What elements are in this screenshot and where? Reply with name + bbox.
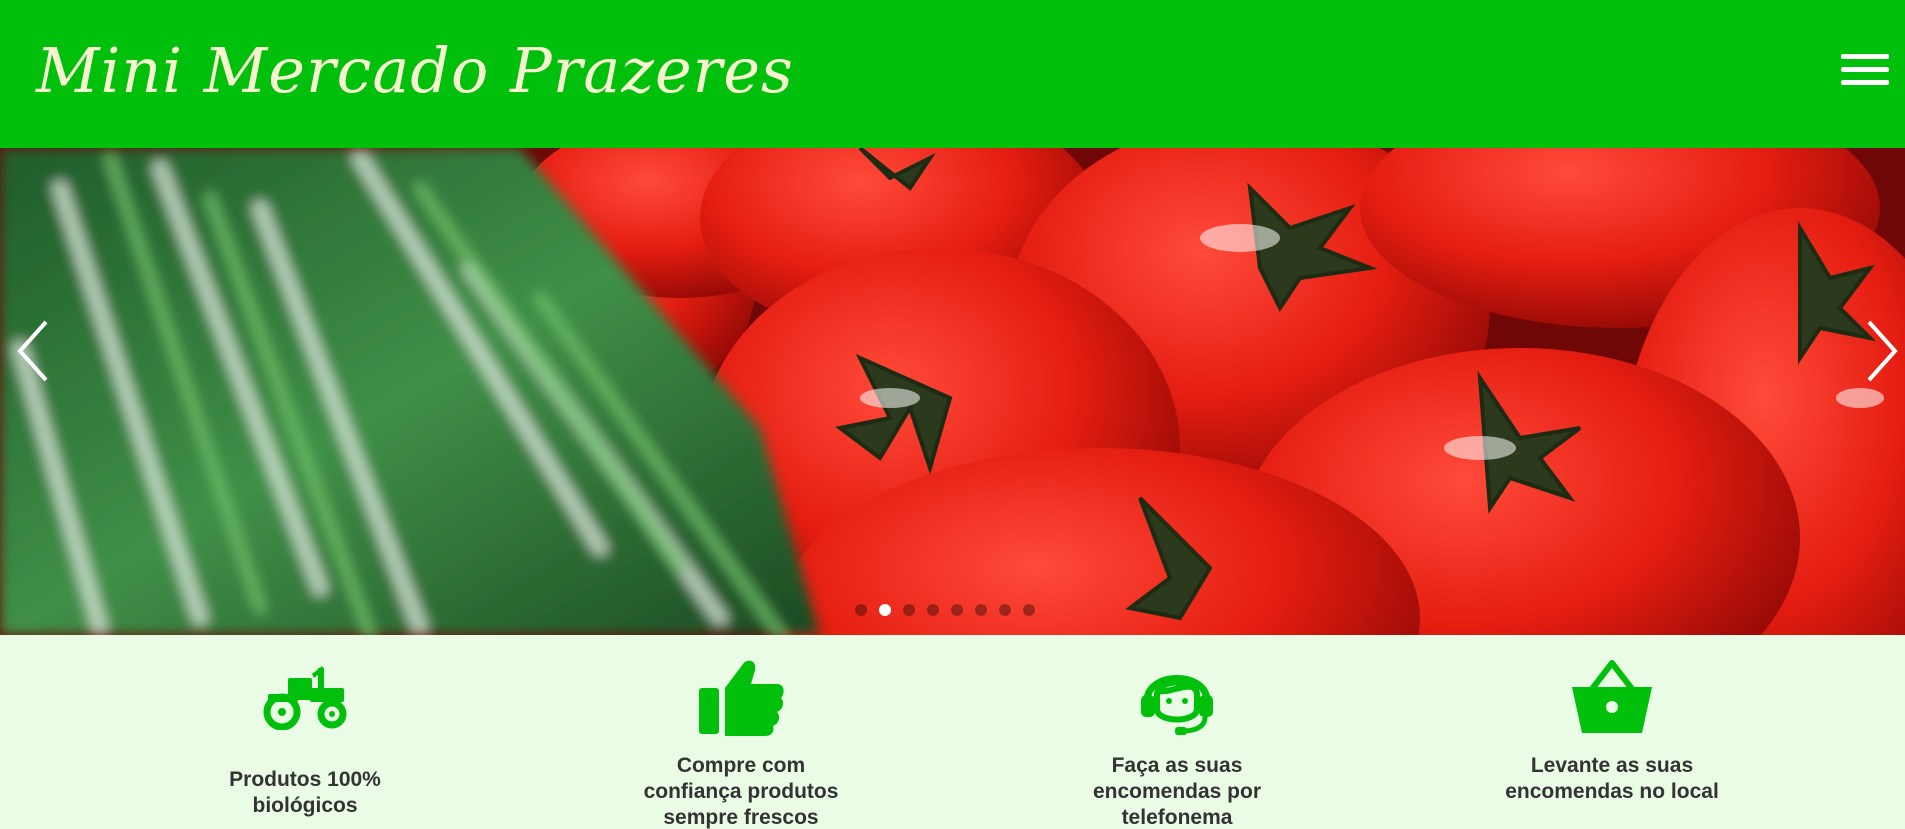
carousel-dot[interactable] bbox=[903, 604, 915, 616]
feature-label: Compre com confiança produtos sempre fre… bbox=[643, 754, 839, 829]
feature-label: Produtos 100% biológicos bbox=[229, 768, 381, 817]
site-header: Mini Mercado Prazeres bbox=[0, 0, 1905, 148]
shopping-basket-icon bbox=[1572, 660, 1652, 733]
carousel-indicators bbox=[855, 604, 1035, 616]
carousel-dot[interactable] bbox=[927, 604, 939, 616]
feature-organic: Produtos 100% biológicos bbox=[190, 655, 420, 819]
feature-label: Faça as suas encomendas por telefonema bbox=[1092, 754, 1262, 829]
feature-fresh: Compre com confiança produtos sempre fre… bbox=[626, 655, 856, 829]
carousel-dot-active[interactable] bbox=[879, 604, 891, 616]
features-section: Produtos 100% biológicos Compre com conf… bbox=[0, 635, 1905, 829]
headset-support-icon bbox=[1141, 675, 1213, 735]
menu-bar bbox=[1841, 54, 1889, 59]
carousel-dot[interactable] bbox=[975, 604, 987, 616]
feature-label: Levante as suas encomendas no local bbox=[1505, 754, 1719, 803]
carousel-dot[interactable] bbox=[855, 604, 867, 616]
thumbs-up-icon bbox=[699, 660, 784, 736]
carousel-dot[interactable] bbox=[951, 604, 963, 616]
chevron-right-icon bbox=[1867, 320, 1898, 382]
carousel-prev-button[interactable] bbox=[14, 316, 54, 386]
feature-local-pickup: Levante as suas encomendas no local bbox=[1497, 655, 1727, 805]
feature-phone-orders: Faça as suas encomendas por telefonema bbox=[1062, 655, 1292, 829]
carousel-dot[interactable] bbox=[999, 604, 1011, 616]
menu-bar bbox=[1841, 67, 1889, 72]
carousel-next-button[interactable] bbox=[1861, 316, 1901, 386]
hamburger-menu-icon[interactable] bbox=[1841, 54, 1889, 90]
carousel-dot[interactable] bbox=[1023, 604, 1035, 616]
chevron-left-icon bbox=[17, 320, 48, 382]
menu-bar bbox=[1841, 80, 1889, 85]
carousel-slide-image bbox=[0, 148, 1905, 635]
image-carousel bbox=[0, 148, 1905, 635]
tractor-icon bbox=[263, 666, 347, 730]
brand-logo-text[interactable]: Mini Mercado Prazeres bbox=[36, 34, 794, 107]
